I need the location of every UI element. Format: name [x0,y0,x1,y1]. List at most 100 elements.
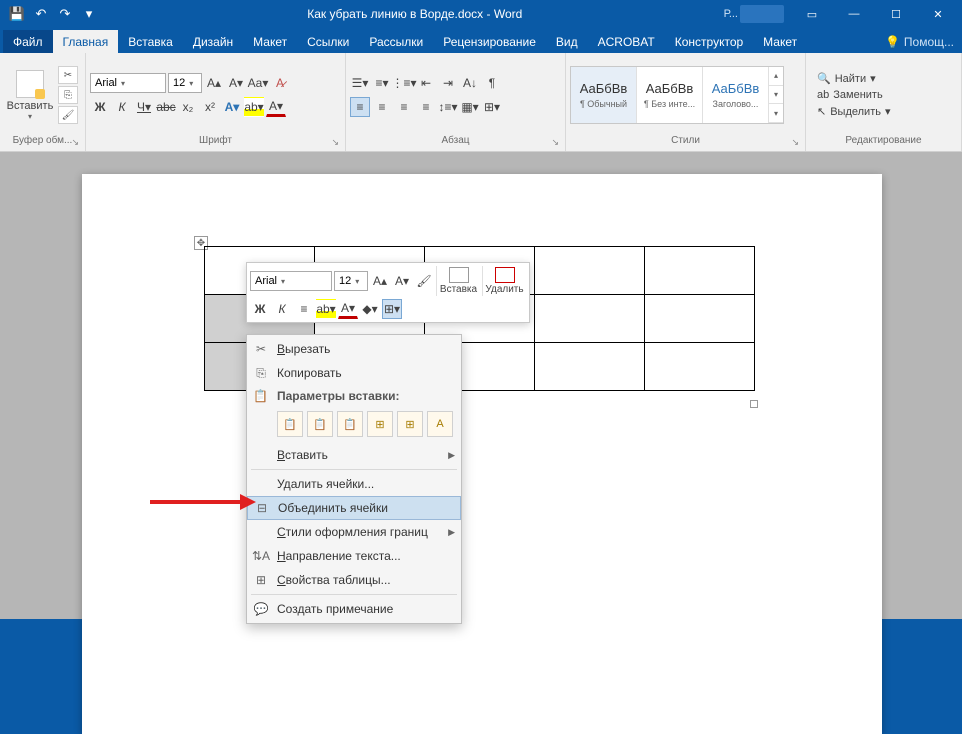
paste-opt-2[interactable]: 📋 [307,411,333,437]
superscript-button[interactable]: x² [200,97,220,117]
tab-mailings[interactable]: Рассылки [359,30,433,53]
maximize-icon[interactable]: ☐ [876,1,916,27]
mt-grow-font-icon[interactable]: A▴ [370,271,390,291]
table-resize-handle[interactable] [750,400,758,408]
ctx-copy[interactable]: ⎘Копировать [247,361,461,385]
show-marks-icon[interactable]: ¶ [482,73,502,93]
font-size-combo[interactable]: 12▾ [168,73,202,93]
tab-home[interactable]: Главная [53,30,119,53]
tab-layout[interactable]: Макет [243,30,297,53]
close-icon[interactable]: ✕ [918,1,958,27]
dialog-launcher-icon[interactable]: ↘ [71,137,79,148]
grow-font-icon[interactable]: A▴ [204,73,224,93]
line-spacing-icon[interactable]: ↕≡▾ [438,97,458,117]
tab-review[interactable]: Рецензирование [433,30,546,53]
ribbon-options-icon[interactable]: ▭ [792,1,832,27]
paste-opt-6[interactable]: A [427,411,453,437]
borders-icon[interactable]: ⊞▾ [482,97,502,117]
tab-table-layout[interactable]: Макет [753,30,807,53]
ctx-table-props[interactable]: ⊞Свойства таблицы... [247,568,461,592]
paste-opt-5[interactable]: ⊞ [397,411,423,437]
ctx-merge-cells[interactable]: ⊟Объединить ячейки [247,496,461,520]
style-normal[interactable]: АаБбВв ¶ Обычный [571,67,637,123]
styles-gallery[interactable]: АаБбВв ¶ Обычный АаБбВв ¶ Без инте... Аа… [570,66,784,124]
ctx-paste-sub[interactable]: Вставить▶ [247,443,461,467]
replace-button[interactable]: abЗаменить [814,88,894,102]
mt-font-combo[interactable]: Arial▾ [250,271,332,291]
ctx-border-styles[interactable]: Стили оформления границ▶ [247,520,461,544]
italic-button[interactable]: К [112,97,132,117]
styles-more[interactable]: ▴▾▾ [769,67,783,123]
paste-button[interactable]: Вставить ▾ [4,68,56,123]
paste-opt-3[interactable]: 📋 [337,411,363,437]
undo-icon[interactable]: ↶ [30,3,52,25]
ctx-cut[interactable]: ✂Вырезать [247,337,461,361]
tab-view[interactable]: Вид [546,30,588,53]
underline-button[interactable]: Ч▾ [134,97,154,117]
text-effects-icon[interactable]: A▾ [222,97,242,117]
ctx-text-direction[interactable]: ⇅AНаправление текста... [247,544,461,568]
tab-constructor[interactable]: Конструктор [665,30,753,53]
ctx-new-comment[interactable]: 💬Создать примечание [247,597,461,621]
account-avatar[interactable] [740,5,784,23]
mt-font-color-icon[interactable]: A▾ [338,299,358,319]
paste-opt-4[interactable]: ⊞ [367,411,393,437]
change-case-icon[interactable]: Aa▾ [248,73,268,93]
mt-align-icon[interactable]: ≡ [294,299,314,319]
increase-indent-icon[interactable]: ⇥ [438,73,458,93]
tab-insert[interactable]: Вставка [118,30,183,53]
minimize-icon[interactable]: — [834,1,874,27]
highlight-icon[interactable]: ab▾ [244,97,264,117]
tab-references[interactable]: Ссылки [297,30,359,53]
cut-icon[interactable]: ✂ [58,66,78,84]
strike-button[interactable]: abc [156,97,176,117]
font-color-icon[interactable]: A▾ [266,97,286,117]
subscript-button[interactable]: x₂ [178,97,198,117]
dialog-launcher-icon[interactable]: ↘ [791,137,799,148]
ctx-delete-cells[interactable]: Удалить ячейки... [247,472,461,496]
bold-button[interactable]: Ж [90,97,110,117]
qat-more-icon[interactable]: ▾ [78,3,100,25]
shrink-font-icon[interactable]: A▾ [226,73,246,93]
tab-file[interactable]: Файл [3,30,53,53]
justify-icon[interactable]: ≡ [416,97,436,117]
font-name-combo[interactable]: Arial▾ [90,73,166,93]
tab-acrobat[interactable]: ACROBAT [588,30,665,53]
account-hint[interactable]: Р... [724,8,738,20]
redo-icon[interactable]: ↷ [54,3,76,25]
mt-delete-button[interactable]: Удалить [482,266,526,296]
align-right-icon[interactable]: ≡ [394,97,414,117]
numbering-icon[interactable]: ≡▾ [372,73,392,93]
select-button[interactable]: ↖Выделить ▾ [814,104,894,119]
paste-opt-1[interactable]: 📋 [277,411,303,437]
style-heading[interactable]: АаБбВв Заголово... [703,67,769,123]
clear-format-icon[interactable]: A̷ [270,73,290,93]
mt-shading-icon[interactable]: ◆▾ [360,299,380,319]
page[interactable]: ✥ [82,174,882,734]
dialog-launcher-icon[interactable]: ↘ [331,137,339,148]
align-left-icon[interactable]: ≡ [350,97,370,117]
tell-me[interactable]: 💡 Помощ... [881,35,962,53]
annotation-arrow [150,500,242,504]
mt-borders-icon[interactable]: ⊞▾ [382,299,402,319]
save-icon[interactable]: 💾 [6,3,28,25]
mt-italic[interactable]: К [272,299,292,319]
format-painter-icon[interactable]: 🖌 [58,106,78,124]
decrease-indent-icon[interactable]: ⇤ [416,73,436,93]
mt-format-painter-icon[interactable]: 🖌 [414,271,434,291]
align-center-icon[interactable]: ≡ [372,97,392,117]
copy-icon[interactable]: ⎘ [58,86,78,104]
mt-shrink-font-icon[interactable]: A▾ [392,271,412,291]
shading-icon[interactable]: ▦▾ [460,97,480,117]
style-no-spacing[interactable]: АаБбВв ¶ Без инте... [637,67,703,123]
multilevel-icon[interactable]: ⋮≡▾ [394,73,414,93]
dialog-launcher-icon[interactable]: ↘ [551,137,559,148]
find-button[interactable]: 🔍Найти ▾ [814,71,894,86]
mt-insert-button[interactable]: Вставка [436,266,480,296]
sort-icon[interactable]: A↓ [460,73,480,93]
mt-highlight-icon[interactable]: ab▾ [316,299,336,319]
tab-design[interactable]: Дизайн [183,30,243,53]
mt-bold[interactable]: Ж [250,299,270,319]
mt-size-combo[interactable]: 12▾ [334,271,368,291]
bullets-icon[interactable]: ☰▾ [350,73,370,93]
